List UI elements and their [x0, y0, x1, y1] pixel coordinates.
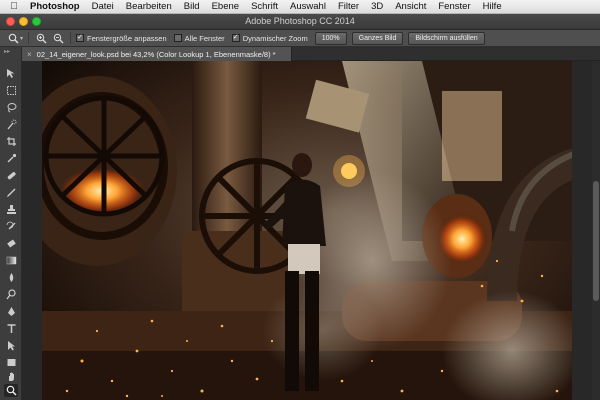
close-tab-icon[interactable]: × — [27, 50, 32, 59]
fill-screen-button[interactable]: Bildschirm ausfüllen — [408, 31, 485, 45]
document-tab-bar: × 02_14_eigener_look.psd bei 43,2% (Colo… — [22, 47, 600, 61]
fit-on-screen-button[interactable]: Ganzes Bild — [351, 31, 404, 45]
zoom-in-icon[interactable] — [34, 32, 48, 45]
shape-tool-icon[interactable] — [4, 356, 18, 369]
toolbox: ▸▸ — [0, 47, 22, 400]
checkbox-fenstergroesse[interactable]: ✓ Fenstergröße anpassen — [76, 34, 167, 43]
menu-bar:  Photoshop Datei Bearbeiten Bild Ebene … — [0, 0, 600, 14]
checkbox-dynamischer-zoom[interactable]: ✓ Dynamischer Zoom — [231, 33, 308, 43]
menu-datei[interactable]: Datei — [92, 1, 114, 12]
document-tab-title: 02_14_eigener_look.psd bei 43,2% (Color … — [36, 49, 276, 59]
zoom-100-button[interactable]: 100% — [314, 31, 347, 45]
blur-tool-icon[interactable] — [4, 271, 18, 284]
vertical-scrollbar[interactable] — [592, 61, 600, 400]
zoom-icon — [6, 32, 20, 45]
scrollbar-thumb[interactable] — [593, 181, 599, 301]
chevron-down-icon: ▾ — [20, 35, 24, 42]
checkbox-label: Dynamischer Zoom — [242, 33, 308, 43]
document-tab[interactable]: × 02_14_eigener_look.psd bei 43,2% (Colo… — [22, 47, 292, 61]
gradient-tool-icon[interactable] — [4, 254, 18, 267]
hand-tool-icon[interactable] — [4, 370, 18, 383]
checkbox-alle-fenster[interactable]: Alle Fenster — [173, 33, 225, 43]
checkbox-checked-icon: ✓ — [231, 34, 240, 42]
checkbox-checked-icon: ✓ — [76, 34, 85, 42]
menu-ansicht[interactable]: Ansicht — [395, 1, 426, 12]
history-brush-tool-icon[interactable] — [4, 220, 18, 233]
menu-bild[interactable]: Bild — [184, 1, 200, 12]
canvas-area[interactable] — [22, 61, 600, 400]
photo-illustration — [42, 61, 572, 400]
options-bar: ▾ ✓ Fenstergröße anpassen Alle Fenster ✓… — [0, 30, 600, 47]
menu-3d[interactable]: 3D — [371, 1, 383, 12]
checkbox-unchecked-icon — [173, 34, 182, 42]
tool-preset-picker[interactable]: ▾ — [6, 32, 23, 45]
menu-filter[interactable]: Filter — [338, 1, 359, 12]
zoom-out-icon[interactable] — [51, 32, 65, 45]
marquee-tool-icon[interactable] — [4, 84, 18, 97]
apple-logo-icon[interactable]:  — [6, 1, 22, 12]
quick-selection-tool-icon[interactable] — [4, 118, 18, 131]
menu-app-photoshop[interactable]: Photoshop — [30, 1, 80, 12]
divider — [28, 32, 30, 44]
lasso-tool-icon[interactable] — [4, 101, 18, 114]
move-tool-icon[interactable] — [4, 67, 18, 80]
eraser-tool-icon[interactable] — [4, 237, 18, 250]
crop-tool-icon[interactable] — [4, 135, 18, 148]
clone-stamp-tool-icon[interactable] — [4, 203, 18, 216]
window-title-bar: Adobe Photoshop CC 2014 — [0, 14, 600, 30]
brush-tool-icon[interactable] — [4, 186, 18, 199]
type-tool-icon[interactable] — [4, 322, 18, 335]
menu-auswahl[interactable]: Auswahl — [290, 1, 326, 12]
zoom-tool-icon[interactable] — [4, 384, 18, 397]
eyedropper-tool-icon[interactable] — [4, 152, 18, 165]
checkbox-label: Alle Fenster — [184, 33, 225, 43]
divider — [70, 32, 72, 44]
collapse-arrows-icon[interactable]: ▸▸ — [4, 48, 10, 55]
document-image[interactable] — [42, 61, 572, 400]
dodge-tool-icon[interactable] — [4, 288, 18, 301]
menu-fenster[interactable]: Fenster — [438, 1, 470, 12]
menu-schrift[interactable]: Schrift — [251, 1, 278, 12]
healing-brush-tool-icon[interactable] — [4, 169, 18, 182]
menu-bearbeiten[interactable]: Bearbeiten — [126, 1, 172, 12]
menu-ebene[interactable]: Ebene — [212, 1, 239, 12]
window-title: Adobe Photoshop CC 2014 — [245, 16, 355, 26]
path-selection-tool-icon[interactable] — [4, 339, 18, 352]
pen-tool-icon[interactable] — [4, 305, 18, 318]
menu-hilfe[interactable]: Hilfe — [483, 1, 502, 12]
checkbox-label: Fenstergröße anpassen — [87, 33, 167, 43]
